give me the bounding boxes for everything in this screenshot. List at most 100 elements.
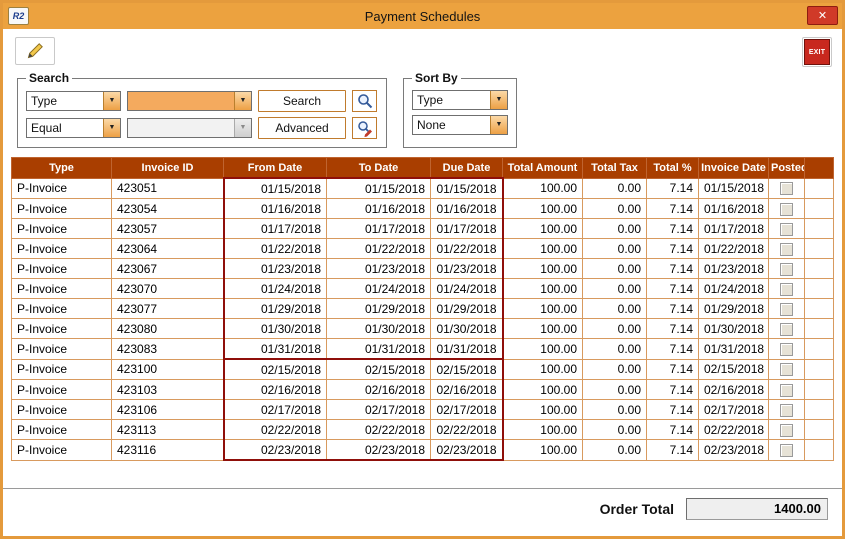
posted-checkbox[interactable] [780, 203, 793, 216]
column-header[interactable]: Invoice Date [699, 158, 769, 179]
posted-checkbox[interactable] [780, 303, 793, 316]
cell-to_date: 01/29/2018 [327, 299, 431, 319]
search-operator-value-combo[interactable]: ▼ [127, 118, 252, 138]
chevron-down-icon[interactable]: ▼ [103, 92, 120, 110]
table-row[interactable]: P-Invoice42311302/22/201802/22/201802/22… [12, 420, 834, 440]
chevron-down-icon[interactable]: ▼ [490, 116, 507, 134]
cell-total_pct: 7.14 [647, 259, 699, 279]
chevron-down-icon[interactable]: ▼ [103, 119, 120, 137]
table-row[interactable]: P-Invoice42307701/29/201801/29/201801/29… [12, 299, 834, 319]
exit-button[interactable]: EXIT [802, 37, 832, 67]
chevron-down-icon[interactable]: ▼ [490, 91, 507, 109]
column-header[interactable]: Posted [769, 158, 805, 179]
cell-to_date: 01/31/2018 [327, 339, 431, 360]
cell-invoice_id: 423064 [112, 239, 224, 259]
edit-button[interactable] [15, 37, 55, 65]
window-content: EXIT Search Type ▼ ▼ Search [3, 29, 842, 536]
cell-filler [805, 400, 834, 420]
posted-checkbox[interactable] [780, 223, 793, 236]
table-row[interactable]: P-Invoice42311602/23/201802/23/201802/23… [12, 440, 834, 461]
titlebar[interactable]: R2 Payment Schedules ✕ [3, 3, 842, 29]
cell-total_tax: 0.00 [583, 400, 647, 420]
column-header[interactable]: Invoice ID [112, 158, 224, 179]
search-operator-combo[interactable]: Equal ▼ [26, 118, 121, 138]
posted-checkbox[interactable] [780, 343, 793, 356]
posted-checkbox[interactable] [780, 424, 793, 437]
cell-invoice_id: 423103 [112, 380, 224, 400]
table-row[interactable]: P-Invoice42310602/17/201802/17/201802/17… [12, 400, 834, 420]
close-button[interactable]: ✕ [807, 6, 838, 25]
table-row[interactable]: P-Invoice42305701/17/201801/17/201801/17… [12, 219, 834, 239]
cell-total_tax: 0.00 [583, 440, 647, 461]
search-button[interactable]: Search [258, 90, 346, 112]
cell-to_date: 01/30/2018 [327, 319, 431, 339]
sort-primary-combo[interactable]: Type ▼ [412, 90, 508, 110]
column-header[interactable]: Due Date [431, 158, 503, 179]
posted-checkbox[interactable] [780, 444, 793, 457]
table-row[interactable]: P-Invoice42306701/23/201801/23/201801/23… [12, 259, 834, 279]
table-row[interactable]: P-Invoice42306401/22/201801/22/201801/22… [12, 239, 834, 259]
cell-total_amount: 100.00 [503, 239, 583, 259]
cell-total_amount: 100.00 [503, 259, 583, 279]
table-row[interactable]: P-Invoice42308001/30/201801/30/201801/30… [12, 319, 834, 339]
posted-checkbox[interactable] [780, 323, 793, 336]
cell-total_tax: 0.00 [583, 199, 647, 219]
cell-posted [769, 299, 805, 319]
search-field-combo[interactable]: Type ▼ [26, 91, 121, 111]
sortby-legend: Sort By [412, 71, 461, 85]
table-row[interactable]: P-Invoice42310302/16/201802/16/201802/16… [12, 380, 834, 400]
posted-checkbox[interactable] [780, 404, 793, 417]
window-title: Payment Schedules [3, 9, 842, 24]
cell-type: P-Invoice [12, 279, 112, 299]
cell-invoice_date: 02/22/2018 [699, 420, 769, 440]
posted-checkbox[interactable] [780, 283, 793, 296]
column-header[interactable]: From Date [224, 158, 327, 179]
column-header[interactable]: Type [12, 158, 112, 179]
cell-filler [805, 199, 834, 219]
cell-total_pct: 7.14 [647, 380, 699, 400]
column-header[interactable]: Total Tax [583, 158, 647, 179]
search-value-combo[interactable]: ▼ [127, 91, 252, 111]
sort-secondary-combo[interactable]: None ▼ [412, 115, 508, 135]
cell-posted [769, 440, 805, 461]
magnifier-pencil-icon [356, 119, 374, 137]
cell-due_date: 01/22/2018 [431, 239, 503, 259]
sort-primary-value: Type [413, 91, 490, 109]
schedule-grid: TypeInvoice IDFrom DateTo DateDue DateTo… [11, 157, 834, 461]
cell-filler [805, 440, 834, 461]
cell-to_date: 01/15/2018 [327, 178, 431, 199]
cell-invoice_date: 01/30/2018 [699, 319, 769, 339]
posted-checkbox[interactable] [780, 384, 793, 397]
column-header[interactable]: Total % [647, 158, 699, 179]
posted-checkbox[interactable] [780, 182, 793, 195]
cell-invoice_date: 01/22/2018 [699, 239, 769, 259]
posted-checkbox[interactable] [780, 363, 793, 376]
cell-invoice_id: 423080 [112, 319, 224, 339]
posted-checkbox[interactable] [780, 243, 793, 256]
cell-filler [805, 359, 834, 380]
cell-invoice_date: 01/29/2018 [699, 299, 769, 319]
chevron-down-icon[interactable]: ▼ [234, 119, 251, 137]
cell-from_date: 01/29/2018 [224, 299, 327, 319]
advanced-find-button[interactable] [352, 117, 377, 139]
table-row[interactable]: P-Invoice42308301/31/201801/31/201801/31… [12, 339, 834, 360]
cell-posted [769, 199, 805, 219]
chevron-down-icon[interactable]: ▼ [234, 92, 251, 110]
cell-total_tax: 0.00 [583, 219, 647, 239]
posted-checkbox[interactable] [780, 263, 793, 276]
cell-due_date: 02/22/2018 [431, 420, 503, 440]
column-header[interactable]: To Date [327, 158, 431, 179]
advanced-button[interactable]: Advanced [258, 117, 346, 139]
table-row[interactable]: P-Invoice42305101/15/201801/15/201801/15… [12, 178, 834, 199]
table-row[interactable]: P-Invoice42307001/24/201801/24/201801/24… [12, 279, 834, 299]
cell-from_date: 01/23/2018 [224, 259, 327, 279]
cell-to_date: 01/17/2018 [327, 219, 431, 239]
cell-total_tax: 0.00 [583, 420, 647, 440]
cell-due_date: 02/15/2018 [431, 359, 503, 380]
find-button[interactable] [352, 90, 377, 112]
table-row[interactable]: P-Invoice42310002/15/201802/15/201802/15… [12, 359, 834, 380]
cell-invoice_id: 423083 [112, 339, 224, 360]
cell-invoice_date: 01/24/2018 [699, 279, 769, 299]
table-row[interactable]: P-Invoice42305401/16/201801/16/201801/16… [12, 199, 834, 219]
column-header[interactable]: Total Amount [503, 158, 583, 179]
